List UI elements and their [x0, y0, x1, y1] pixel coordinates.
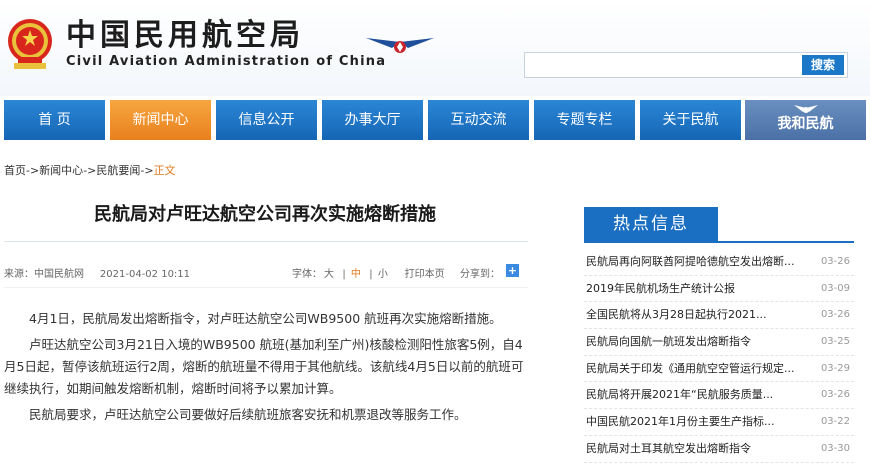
article-paragraph: 卢旺达航空公司3月21日入境的WB9500 航班(基加利至广州)核酸检测阳性旅客… — [4, 337, 524, 396]
article-source: 来源：中国民航网 — [4, 269, 84, 280]
nav-item-topics[interactable]: 专题专栏 — [534, 100, 635, 140]
hot-news-date: 03-26 — [820, 256, 850, 267]
font-medium-button[interactable]: 中 — [351, 269, 361, 280]
article-title: 民航局对卢旺达航空公司再次实施熔断措施 — [94, 204, 436, 225]
title-divider — [4, 241, 528, 242]
nav-item-info[interactable]: 信息公开 — [216, 100, 317, 140]
list-item[interactable]: 中国民航2021年1月份主要生产指标... 03-22 — [584, 409, 854, 436]
hot-news-date: 03-30 — [820, 442, 850, 454]
breadcrumb: 首页->新闻中心->民航要闻->正文 — [4, 162, 176, 178]
site-header: 中国民用航空局 Civil Aviation Administration of… — [0, 0, 870, 96]
article-body: 4月1日，民航局发出熔断指令，对卢旺达航空公司WB9500 航班再次实施熔断措施… — [4, 308, 524, 430]
article-date: 2021-04-02 10:11 — [99, 269, 191, 280]
share-plus-icon[interactable]: + — [506, 264, 519, 277]
article-tools: 字体：大 | 中 | 小 打印本页 — [292, 269, 445, 280]
article-paragraph: 民航局要求，卢旺达航空公司要做好后续航班旅客安抚和机票退改等服务工作。 — [29, 407, 467, 422]
nav-item-home[interactable]: 首 页 — [4, 100, 105, 140]
breadcrumb-home[interactable]: 首页 — [4, 164, 26, 177]
main-nav: 首 页 新闻中心 信息公开 办事大厅 互动交流 专题专栏 关于民航 我和民航 — [0, 100, 870, 140]
list-item[interactable]: 民航局向国航一航班发出熔断指令 03-25 — [584, 329, 854, 356]
article-meta: 来源：中国民航网 2021-04-02 10:11 — [4, 265, 190, 280]
article-paragraph: 4月1日，民航局发出熔断指令，对卢旺达航空公司WB9500 航班再次实施熔断措施… — [29, 311, 502, 326]
list-item[interactable]: 民航局对土耳其航空发出熔断指令 03-30 — [584, 436, 854, 463]
hot-news-date: 03-26 — [820, 389, 850, 401]
breadcrumb-separator: -> — [83, 164, 97, 177]
nav-item-services[interactable]: 办事大厅 — [322, 100, 423, 140]
hot-news-date: 03-25 — [820, 336, 850, 348]
hot-news-title[interactable]: 民航局将开展2021年“民航服务质量... — [586, 382, 812, 408]
hot-news-title[interactable]: 全国民航将从3月28日起执行2021... — [586, 302, 812, 328]
share-label: 分享到： — [460, 269, 500, 280]
caac-wings-logo-icon — [366, 38, 434, 53]
list-item[interactable]: 民航局再向阿联酋阿提哈德航空发出熔断... 03-26 — [584, 249, 854, 276]
search-input[interactable] — [525, 53, 795, 77]
list-item[interactable]: 民航局关于印发《通用航空空管运行规定... 03-29 — [584, 356, 854, 383]
nav-item-about[interactable]: 关于民航 — [640, 100, 741, 140]
breadcrumb-separator: -> — [26, 164, 40, 177]
meta-divider — [4, 287, 528, 288]
list-item[interactable]: 2019年民航机场生产统计公报 03-09 — [584, 276, 854, 303]
font-large-button[interactable]: 大 — [324, 269, 334, 280]
list-item[interactable]: 民航局将开展2021年“民航服务质量... 03-26 — [584, 382, 854, 410]
nav-item-news[interactable]: 新闻中心 — [110, 100, 211, 140]
breadcrumb-current: 正文 — [153, 164, 176, 177]
nav-item-me-and-caac-label: 我和民航 — [777, 116, 834, 132]
hot-news-title[interactable]: 民航局关于印发《通用航空空管运行规定... — [586, 356, 812, 382]
nav-item-interaction[interactable]: 互动交流 — [428, 100, 529, 140]
hot-news-title[interactable]: 中国民航2021年1月份主要生产指标... — [586, 409, 812, 435]
search-box: 搜索 — [524, 52, 848, 78]
breadcrumb-news[interactable]: 新闻中心 — [39, 164, 83, 177]
list-item[interactable]: 全国民航将从3月28日起执行2021... 03-26 — [584, 302, 854, 330]
breadcrumb-headlines[interactable]: 民航要闻 — [96, 164, 140, 177]
hot-news-date: 03-09 — [820, 282, 850, 294]
print-button[interactable]: 打印本页 — [405, 269, 445, 280]
font-small-button[interactable]: 小 — [378, 269, 388, 280]
hot-news-heading: 热点信息 — [584, 207, 718, 241]
hot-news-date: 03-26 — [820, 309, 850, 321]
site-title-cn[interactable]: 中国民用航空局 — [66, 18, 304, 54]
breadcrumb-separator: -> — [140, 164, 154, 177]
hot-news-underline — [584, 241, 854, 243]
hot-news-title[interactable]: 民航局再向阿联酋阿提哈德航空发出熔断... — [586, 249, 812, 275]
national-emblem-icon — [8, 19, 52, 69]
hot-news-title[interactable]: 民航局对土耳其航空发出熔断指令 — [586, 436, 812, 462]
font-size-label: 字体： — [292, 269, 322, 280]
hot-news-title[interactable]: 2019年民航机场生产统计公报 — [586, 276, 812, 302]
wings-icon — [794, 105, 818, 113]
search-button[interactable]: 搜索 — [802, 55, 844, 75]
hot-news-date: 03-29 — [820, 362, 850, 374]
hot-news-date: 03-22 — [820, 416, 850, 428]
nav-item-me-and-caac[interactable]: 我和民航 — [745, 100, 866, 140]
hot-news-list: 民航局再向阿联酋阿提哈德航空发出熔断... 03-26 2019年民航机场生产统计… — [584, 249, 854, 463]
site-title-en: Civil Aviation Administration of China — [66, 54, 387, 69]
hot-news-title[interactable]: 民航局向国航一航班发出熔断指令 — [586, 329, 812, 355]
